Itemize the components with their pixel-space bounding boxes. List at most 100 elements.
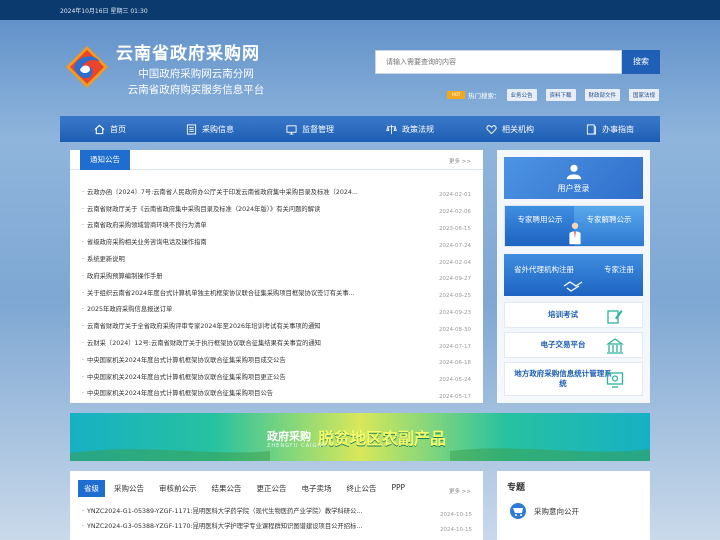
notice-title[interactable]: 系统更新说明: [82, 254, 125, 263]
tab-e-mall[interactable]: 电子卖场: [296, 480, 338, 497]
list-item[interactable]: 2025年政府采购信息报送订单 2024-09-23: [82, 301, 471, 318]
notice-date: 2024-05-24: [439, 377, 471, 384]
notice-date: 2024-08-30: [439, 326, 471, 333]
nav-policies[interactable]: 政策法规: [360, 116, 460, 142]
pen-icon: [607, 310, 623, 324]
notice-title[interactable]: 云南省财政厅关于《云南省政府集中采购目录及标准（2024年版）》有关问题的解读: [82, 204, 320, 213]
e-trading-label: 电子交易平台: [540, 340, 586, 349]
list-item[interactable]: 云政办函〔2024〕7号:云南省人民政府办公厅关于印发云南省政府集中采购目录及标…: [82, 183, 471, 200]
hot-search: HOT 热门搜索： 业务公告 资料下载 财政部文件 国家法规: [447, 89, 668, 101]
expert-hire-button[interactable]: 专家聘用公示: [505, 206, 575, 246]
poverty-alleviation-banner[interactable]: 政府采购 脱贫地区农副产品 ZHENGFU CAIGOU: [70, 413, 650, 461]
list-item[interactable]: 云南省财政厅关于《云南省政府集中采购目录及标准（2024年版）》有关问题的解读 2…: [82, 200, 471, 217]
site-logo-icon[interactable]: [64, 44, 110, 90]
nav-guide[interactable]: 办事指南: [560, 116, 660, 142]
hot-link-mof-docs[interactable]: 财政部文件: [584, 89, 621, 101]
training-exam-link[interactable]: 培训考试: [504, 302, 643, 328]
notice-date: 2024-09-25: [439, 293, 471, 300]
list-item[interactable]: YNZC2024-G3-05388-YZGF-1170:昆明医科大学护理学专业课…: [82, 518, 472, 533]
user-login-card[interactable]: 用户登录: [504, 157, 643, 199]
list-item[interactable]: 云财采〔2024〕12号:云南省财政厅关于执行框架协议联合征集结果有关事宜的通知…: [82, 334, 471, 351]
list-item[interactable]: 中央国家机关2024年度台式计算机框架协议联合征集采购项目更正公告 2024-05…: [82, 368, 471, 385]
procurement-intent-link[interactable]: 采购意向公开: [510, 501, 637, 521]
notice-title[interactable]: 云财采〔2024〕12号:云南省财政厅关于执行框架协议联合征集结果有关事宜的通知: [82, 338, 321, 347]
list-item[interactable]: 中央国家机关2024年度台式计算机框架协议联合征集采购项目成交公告 2024-06…: [82, 351, 471, 368]
list-item[interactable]: 政府采购预算编制操作手册 2024-09-27: [82, 267, 471, 284]
expert-register-link[interactable]: 专家注册: [604, 264, 634, 275]
notice-date: 2024-06-18: [439, 360, 471, 367]
list-item[interactable]: YNZC2024-G1-05389-YZGF-1171:昆明医科大学药学院（现代…: [82, 503, 472, 518]
tab-result-notice[interactable]: 结果公告: [206, 480, 248, 497]
nav-institutions[interactable]: 相关机构: [460, 116, 560, 142]
notice-title[interactable]: 云南省政府采购领域营商环境不良行为清单: [82, 220, 207, 229]
search-button[interactable]: 搜索: [622, 50, 660, 74]
notice-more-link[interactable]: 更多 >>: [449, 157, 471, 165]
tab-notices[interactable]: 通知公告: [80, 150, 130, 170]
procurement-title[interactable]: YNZC2024-G1-05389-YZGF-1171:昆明医科大学药学院（现代…: [82, 506, 362, 515]
hot-link-announcement[interactable]: 业务公告: [506, 89, 537, 101]
notice-date: 2024-02-04: [439, 259, 471, 266]
agency-register-link[interactable]: 省外代理机构注册: [514, 264, 574, 275]
expert-dismiss-label: 专家解聘公示: [586, 215, 632, 224]
hot-link-downloads[interactable]: 资料下载: [545, 89, 576, 101]
notice-date: 2024-02-01: [439, 192, 471, 199]
nav-label: 首页: [110, 124, 126, 134]
heart-icon: [486, 124, 497, 134]
notice-title[interactable]: 中央国家机关2024年度台式计算机框架协议联合征集采购项目公告: [82, 388, 273, 397]
topic-panel: 专题 采购意向公开: [497, 471, 650, 540]
list-item[interactable]: 云南省财政厅关于全省政府采购评审专家2024年至2026年培训考试有关事项的通知…: [82, 317, 471, 334]
list-item[interactable]: 系统更新说明 2024-02-04: [82, 250, 471, 267]
tab-procurement-notice[interactable]: 采购公告: [108, 480, 150, 497]
building-icon: [606, 338, 624, 354]
tab-ppp[interactable]: PPP: [386, 480, 412, 497]
list-item[interactable]: 中央国家机关2024年度台式计算机框架协议联合征集采购项目公告 2024-05-1…: [82, 385, 471, 402]
nav-procurement-info[interactable]: 采购信息: [160, 116, 260, 142]
notice-title[interactable]: 中央国家机关2024年度台式计算机框架协议联合征集采购项目更正公告: [82, 372, 286, 381]
nav-label: 政策法规: [402, 124, 434, 134]
procurement-panel: 省级 采购公告 审核前公示 结果公告 更正公告 电子卖场 终止公告 PPP 更多…: [70, 471, 483, 540]
list-item[interactable]: 省级政府采购相关业务咨询电话及操作指南 2024-07-24: [82, 233, 471, 250]
site-subtitle-1: 中国政府采购网云南分网: [138, 68, 254, 80]
scale-icon: [386, 124, 397, 134]
home-icon: [94, 124, 105, 134]
procurement-date: 2024-10-15: [440, 511, 472, 518]
procurement-date: 2024-10-15: [440, 526, 472, 533]
monitor-icon: [286, 124, 297, 135]
tab-pre-review[interactable]: 审核前公示: [153, 480, 203, 497]
person-illustration-icon: [569, 222, 581, 245]
top-bar: 2024年10月16日 星期三 01:30: [0, 0, 720, 20]
list-item[interactable]: 关于组织云南省2024年度台式计算机单独主机框架协议联合征集采购项目框架协议签订…: [82, 284, 471, 301]
tab-correction-notice[interactable]: 更正公告: [251, 480, 293, 497]
hot-link-national-laws[interactable]: 国家法规: [629, 89, 660, 101]
main-nav: 首页 采购信息 监督管理 政策法规 相关机构 办事指南: [60, 116, 660, 142]
site-title: 云南省政府采购网: [116, 44, 260, 64]
procurement-more-link[interactable]: 更多 >>: [449, 487, 471, 495]
tab-provincial[interactable]: 省级: [78, 480, 105, 497]
tab-termination-notice[interactable]: 终止公告: [341, 480, 383, 497]
expert-dismiss-button[interactable]: 专家解聘公示: [574, 206, 644, 246]
notice-date: 2024-07-24: [439, 242, 471, 249]
list-icon: [186, 123, 197, 135]
statistics-system-link[interactable]: 地方政府采购信息统计管理系统: [504, 362, 643, 396]
notice-title[interactable]: 关于组织云南省2024年度台式计算机单独主机框架协议联合征集采购项目框架协议签订…: [82, 288, 355, 297]
registration-card: 省外代理机构注册 专家注册: [504, 254, 643, 296]
nav-home[interactable]: 首页: [60, 116, 160, 142]
notice-title[interactable]: 中央国家机关2024年度台式计算机框架协议联合征集采购项目成交公告: [82, 355, 286, 364]
notice-title[interactable]: 云南省财政厅关于全省政府采购评审专家2024年至2026年培训考试有关事项的通知: [82, 321, 321, 330]
notice-list: 云政办函〔2024〕7号:云南省人民政府办公厅关于印发云南省政府集中采购目录及标…: [70, 170, 483, 401]
procurement-title[interactable]: YNZC2024-G3-05388-YZGF-1170:昆明医科大学护理学专业课…: [82, 521, 362, 530]
notice-title[interactable]: 政府采购预算编制操作手册: [82, 271, 163, 280]
nav-label: 办事指南: [602, 124, 634, 134]
settings-chart-icon: [606, 372, 624, 388]
nav-label: 监督管理: [302, 124, 334, 134]
notice-header: 通知公告 更多 >>: [70, 150, 483, 170]
e-trading-platform-link[interactable]: 电子交易平台: [504, 332, 643, 358]
notice-title[interactable]: 云政办函〔2024〕7号:云南省人民政府办公厅关于印发云南省政府集中采购目录及标…: [82, 187, 358, 196]
procurement-tabs: 省级 采购公告 审核前公示 结果公告 更正公告 电子卖场 终止公告 PPP: [78, 480, 414, 497]
topic-title: 专题: [507, 483, 526, 493]
search-input[interactable]: [376, 51, 621, 73]
nav-supervision[interactable]: 监督管理: [260, 116, 360, 142]
notice-title[interactable]: 2025年政府采购信息报送订单: [82, 304, 172, 313]
notice-title[interactable]: 省级政府采购相关业务咨询电话及操作指南: [82, 237, 207, 246]
list-item[interactable]: 云南省政府采购领域营商环境不良行为清单 2023-06-15: [82, 217, 471, 234]
